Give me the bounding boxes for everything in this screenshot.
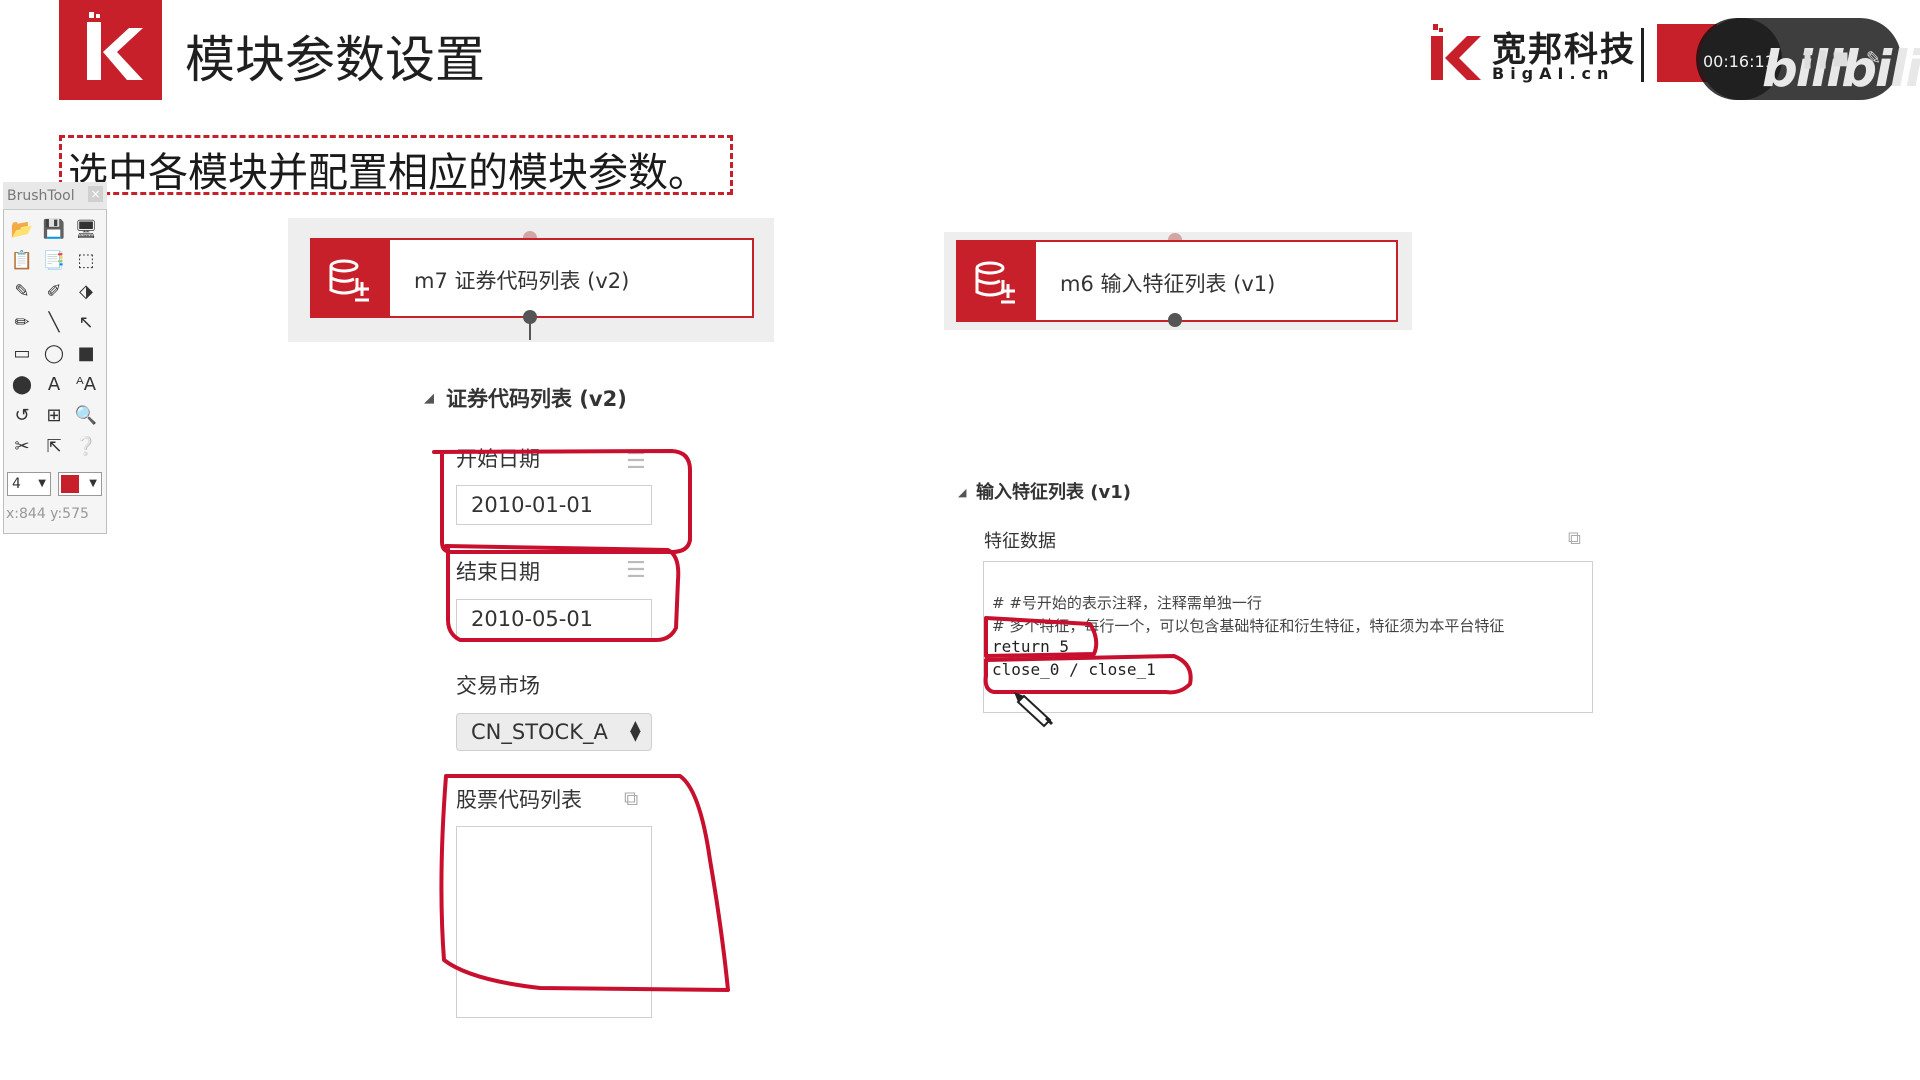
brush-tool-8-icon[interactable]: ⬗ <box>70 276 102 307</box>
feature-label: 特征数据 <box>984 531 1056 552</box>
color-swatch[interactable] <box>61 475 79 493</box>
output-port[interactable] <box>1168 313 1182 327</box>
brush-tool-18-icon[interactable]: ↺ <box>6 400 38 431</box>
stop-icon[interactable]: ■ <box>1832 48 1849 69</box>
instruments-textarea[interactable] <box>456 826 652 1018</box>
menu-lines-icon[interactable]: ☰ <box>626 560 646 582</box>
brush-tool-12-icon[interactable]: ▭ <box>6 338 38 369</box>
code-line: close_0 / close_1 <box>992 660 1156 679</box>
code-line: # #号开始的表示注释，注释需单独一行 <box>992 594 1262 612</box>
database-add-icon <box>975 261 1015 304</box>
expand-icon[interactable]: ⧉ <box>624 786 638 810</box>
module-label: m7 证券代码列表 (v2) <box>414 269 630 293</box>
code-line: # 多个特征，每行一个，可以包含基础特征和衍生特征，特征须为本平台特征 <box>992 617 1505 635</box>
brush-tool-0-icon[interactable]: 📂 <box>6 214 38 245</box>
edit-icon[interactable]: ✎ <box>1866 48 1881 69</box>
brush-tool-20-icon[interactable]: 🔍 <box>70 400 102 431</box>
brand-divider <box>1641 28 1644 82</box>
start-date-input[interactable]: 2010-01-01 <box>456 485 652 525</box>
start-date-label: 开始日期 <box>456 447 540 471</box>
cursor-coords: x:844 y:575 <box>6 506 89 522</box>
end-date-input[interactable]: 2010-05-01 <box>456 599 652 639</box>
database-add-icon <box>329 259 369 302</box>
brush-tool-23-icon[interactable]: ❔ <box>70 431 102 462</box>
brush-tool-2-icon[interactable]: 🖥 <box>70 214 102 245</box>
brush-tool-1-icon[interactable]: 💾 <box>38 214 70 245</box>
collapse-triangle-icon[interactable]: ◢ <box>958 486 966 499</box>
brush-tool-15-icon[interactable]: ⬤ <box>6 369 38 400</box>
logo-k-icon <box>87 12 143 80</box>
module-icon <box>310 238 390 318</box>
section-title[interactable]: 证券代码列表 (v2) <box>446 383 627 413</box>
expand-icon[interactable]: ⧉ <box>1568 528 1581 549</box>
brand-sub: BigAI.cn <box>1492 64 1615 83</box>
brush-tool-9-icon[interactable]: ✏ <box>6 307 38 338</box>
market-label: 交易市场 <box>456 674 540 698</box>
collapse-triangle-icon[interactable]: ◢ <box>424 391 434 406</box>
instruments-label: 股票代码列表 <box>456 788 582 812</box>
brush-tool-13-icon[interactable]: ◯ <box>38 338 70 369</box>
brush-tool-title: BrushTool <box>7 188 75 204</box>
subtitle: 选中各模块并配置相应的模块参数。 <box>68 150 708 196</box>
feature-code-editor[interactable] <box>983 561 1593 713</box>
close-icon[interactable]: × <box>88 186 103 202</box>
brush-tool-11-icon[interactable]: ↖ <box>70 307 102 338</box>
brush-tool-16-icon[interactable]: A <box>38 369 70 400</box>
brush-tool-5-icon[interactable]: ⬚ <box>70 245 102 276</box>
section-title[interactable]: 输入特征列表 (v1) <box>976 478 1131 504</box>
brush-tool-14-icon[interactable]: ■ <box>70 338 102 369</box>
brush-tool-3-icon[interactable]: 📋 <box>6 245 38 276</box>
brush-tool-10-icon[interactable]: ╲ <box>38 307 70 338</box>
brand-logo <box>1425 20 1485 82</box>
brush-tool-19-icon[interactable]: ⊞ <box>38 400 70 431</box>
brush-tool-4-icon[interactable]: 📑 <box>38 245 70 276</box>
brush-tool-6-icon[interactable]: ✎ <box>6 276 38 307</box>
brush-size-value: 4 <box>12 476 21 492</box>
module-icon <box>956 240 1036 322</box>
chevron-down-icon: ▼ <box>38 478 46 489</box>
app-logo <box>59 0 162 100</box>
brush-tool-17-icon[interactable]: ᴬA <box>70 369 102 400</box>
brush-tool-22-icon[interactable]: ⇱ <box>38 431 70 462</box>
brush-tool-7-icon[interactable]: ✐ <box>38 276 70 307</box>
menu-lines-icon[interactable]: ☰ <box>626 451 646 473</box>
page-title: 模块参数设置 <box>185 31 485 89</box>
chevron-down-icon: ▼ <box>89 478 97 489</box>
code-line: return_5 <box>992 637 1070 656</box>
module-label: m6 输入特征列表 (v1) <box>1060 272 1276 296</box>
brush-tool-grid: 📂 💾 🖥 📋 📑 ⬚ ✎ ✐ ⬗ ✏ ╲ ↖ ▭ ◯ ■ ⬤ AᴬA ↺ ⊞ 🔍 ✂ ⇱ ❔ <box>6 214 104 462</box>
brush-size-select[interactable]: 4 ▼ <box>7 472 51 496</box>
brush-tool-21-icon[interactable]: ✂ <box>6 431 38 462</box>
brand-k-icon <box>1431 24 1481 80</box>
select-arrows-icon: ▲ ▼ <box>630 718 641 744</box>
market-select[interactable]: CN_STOCK_A <box>456 713 652 751</box>
end-date-label: 结束日期 <box>456 560 540 584</box>
connector-line <box>529 322 531 340</box>
pause-icon[interactable]: ❚❚ <box>1800 48 1830 69</box>
market-value: CN_STOCK_A <box>471 720 608 744</box>
